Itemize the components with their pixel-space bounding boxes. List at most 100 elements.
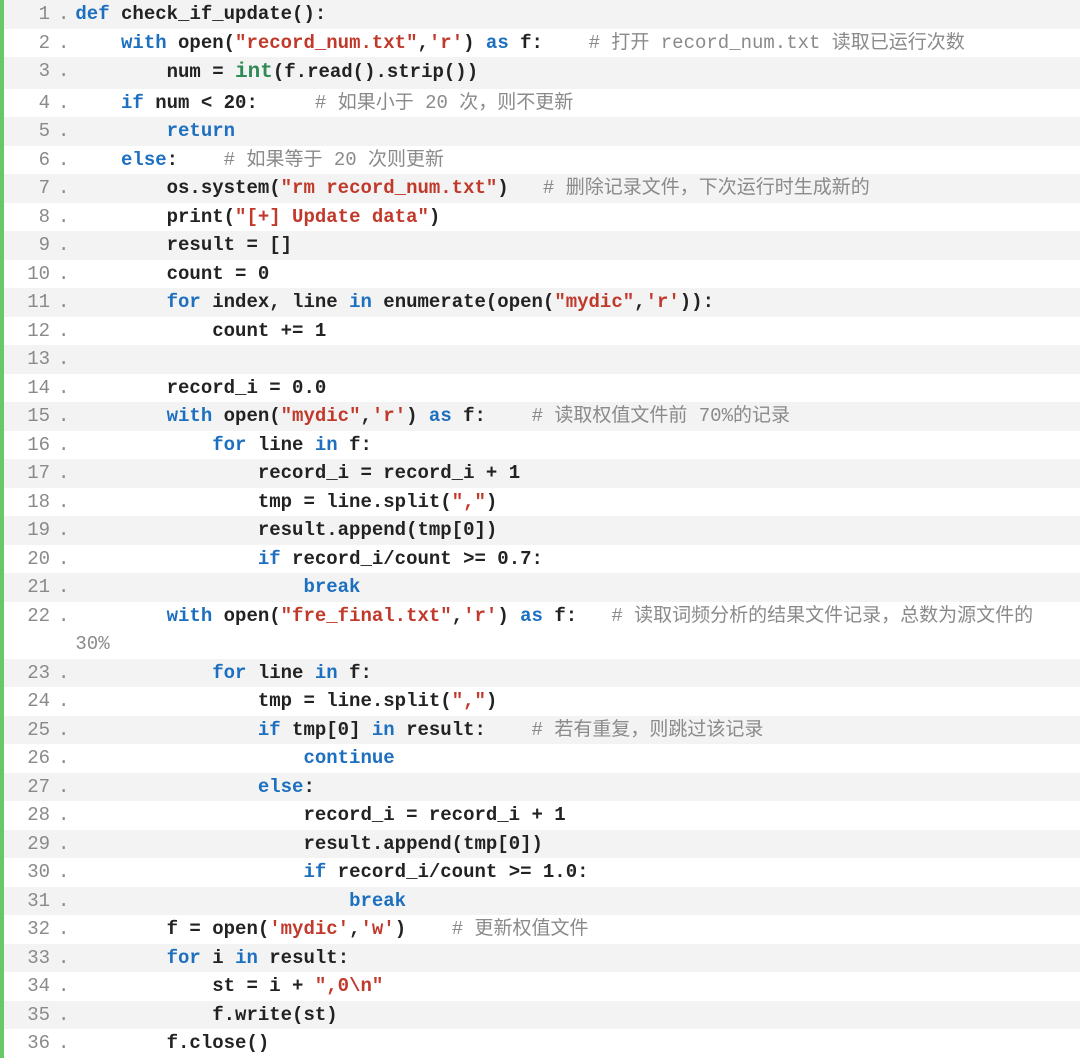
code-content: if tmp[0] in result: # 若有重复，则跳过该记录 — [75, 716, 1080, 745]
code-content: tmp = line.split(",") — [75, 687, 1080, 716]
line-number: 21 — [4, 573, 56, 602]
dot-separator: . — [58, 0, 69, 29]
dot-separator: . — [58, 972, 69, 1001]
code-content: os.system("rm record_num.txt") # 删除记录文件，… — [75, 174, 1080, 203]
dot-separator: . — [58, 858, 69, 887]
line-number: 24 — [4, 687, 56, 716]
code-content: continue — [75, 744, 1080, 773]
dot-separator: . — [58, 402, 69, 431]
line-number: 31 — [4, 887, 56, 916]
line-number: 10 — [4, 260, 56, 289]
line-number: 6 — [4, 146, 56, 175]
line-number: 3 — [4, 57, 56, 89]
dot-separator: . — [58, 345, 69, 374]
code-content: count += 1 — [75, 317, 1080, 346]
dot-separator: . — [58, 944, 69, 973]
code-line: 27. else: — [0, 773, 1080, 802]
dot-separator: . — [58, 203, 69, 232]
line-number: 25 — [4, 716, 56, 745]
code-line: 1.def check_if_update(): — [0, 0, 1080, 29]
dot-separator: . — [58, 716, 69, 745]
code-line: 2. with open("record_num.txt",'r') as f:… — [0, 29, 1080, 58]
code-content: def check_if_update(): — [75, 0, 1080, 29]
dot-separator: . — [58, 602, 69, 659]
dot-separator: . — [58, 545, 69, 574]
code-line: 29. result.append(tmp[0]) — [0, 830, 1080, 859]
code-content: with open("mydic",'r') as f: # 读取权值文件前 7… — [75, 402, 1080, 431]
code-content: else: — [75, 773, 1080, 802]
code-line: 24. tmp = line.split(",") — [0, 687, 1080, 716]
code-block: 1.def check_if_update():2. with open("re… — [0, 0, 1080, 1058]
line-number: 23 — [4, 659, 56, 688]
dot-separator: . — [58, 744, 69, 773]
code-line: 35. f.write(st) — [0, 1001, 1080, 1030]
code-line: 22. with open("fre_final.txt",'r') as f:… — [0, 602, 1080, 659]
code-line: 3. num = int(f.read().strip()) — [0, 57, 1080, 89]
code-line: 31. break — [0, 887, 1080, 916]
code-line: 30. if record_i/count >= 1.0: — [0, 858, 1080, 887]
code-line: 19. result.append(tmp[0]) — [0, 516, 1080, 545]
line-number: 33 — [4, 944, 56, 973]
code-content: return — [75, 117, 1080, 146]
dot-separator: . — [58, 687, 69, 716]
dot-separator: . — [58, 1001, 69, 1030]
line-number: 26 — [4, 744, 56, 773]
line-number: 22 — [4, 602, 56, 659]
code-line: 33. for i in result: — [0, 944, 1080, 973]
code-content: st = i + ",0\n" — [75, 972, 1080, 1001]
line-number: 18 — [4, 488, 56, 517]
code-content — [75, 345, 1080, 374]
code-content: else: # 如果等于 20 次则更新 — [75, 146, 1080, 175]
code-content: for line in f: — [75, 431, 1080, 460]
code-content: result = [] — [75, 231, 1080, 260]
dot-separator: . — [58, 29, 69, 58]
code-line: 9. result = [] — [0, 231, 1080, 260]
code-line: 10. count = 0 — [0, 260, 1080, 289]
code-line: 6. else: # 如果等于 20 次则更新 — [0, 146, 1080, 175]
line-number: 8 — [4, 203, 56, 232]
code-content: result.append(tmp[0]) — [75, 516, 1080, 545]
dot-separator: . — [58, 915, 69, 944]
code-line: 11. for index, line in enumerate(open("m… — [0, 288, 1080, 317]
code-line: 5. return — [0, 117, 1080, 146]
line-number: 29 — [4, 830, 56, 859]
code-line: 7. os.system("rm record_num.txt") # 删除记录… — [0, 174, 1080, 203]
line-number: 36 — [4, 1029, 56, 1058]
code-content: if num < 20: # 如果小于 20 次，则不更新 — [75, 89, 1080, 118]
line-number: 14 — [4, 374, 56, 403]
dot-separator: . — [58, 516, 69, 545]
dot-separator: . — [58, 57, 69, 89]
code-line: 17. record_i = record_i + 1 — [0, 459, 1080, 488]
line-number: 1 — [4, 0, 56, 29]
code-content: if record_i/count >= 1.0: — [75, 858, 1080, 887]
code-line: 32. f = open('mydic','w') # 更新权值文件 — [0, 915, 1080, 944]
dot-separator: . — [58, 659, 69, 688]
dot-separator: . — [58, 89, 69, 118]
code-line: 28. record_i = record_i + 1 — [0, 801, 1080, 830]
code-content: record_i = record_i + 1 — [75, 459, 1080, 488]
line-number: 30 — [4, 858, 56, 887]
code-line: 34. st = i + ",0\n" — [0, 972, 1080, 1001]
code-line: 14. record_i = 0.0 — [0, 374, 1080, 403]
code-line: 18. tmp = line.split(",") — [0, 488, 1080, 517]
dot-separator: . — [58, 488, 69, 517]
line-number: 15 — [4, 402, 56, 431]
line-number: 7 — [4, 174, 56, 203]
code-line: 36. f.close() — [0, 1029, 1080, 1058]
code-line: 13. — [0, 345, 1080, 374]
code-content: for index, line in enumerate(open("mydic… — [75, 288, 1080, 317]
dot-separator: . — [58, 1029, 69, 1058]
dot-separator: . — [58, 374, 69, 403]
dot-separator: . — [58, 317, 69, 346]
line-number: 28 — [4, 801, 56, 830]
line-number: 2 — [4, 29, 56, 58]
code-line: 23. for line in f: — [0, 659, 1080, 688]
line-number: 19 — [4, 516, 56, 545]
code-content: record_i = record_i + 1 — [75, 801, 1080, 830]
code-content: record_i = 0.0 — [75, 374, 1080, 403]
code-content: print("[+] Update data") — [75, 203, 1080, 232]
dot-separator: . — [58, 573, 69, 602]
line-number: 27 — [4, 773, 56, 802]
line-number: 17 — [4, 459, 56, 488]
code-line: 25. if tmp[0] in result: # 若有重复，则跳过该记录 — [0, 716, 1080, 745]
